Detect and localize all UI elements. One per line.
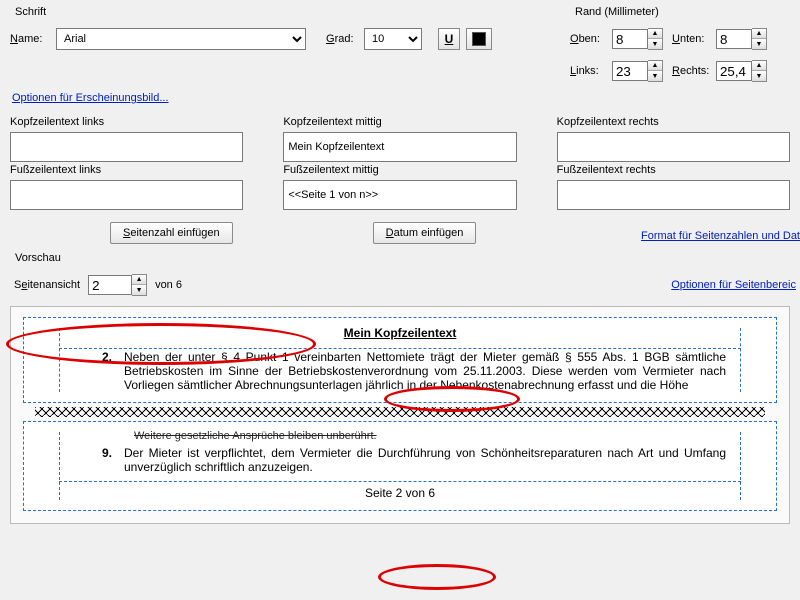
header-footer-grid: Kopfzeilentext links Kopfzeilentext mitt… — [10, 110, 790, 210]
insert-date-button[interactable]: Datum einfügen — [373, 222, 477, 244]
font-color-button[interactable] — [466, 28, 492, 50]
footer-left-input[interactable] — [10, 180, 243, 210]
chevron-down-icon[interactable]: ▼ — [648, 39, 662, 49]
pageview-spinner[interactable]: ▲▼ — [88, 274, 147, 296]
header-right-label: Kopfzeilentext rechts — [557, 116, 790, 128]
para-number: 2. — [94, 350, 112, 392]
preview-area: Mein Kopfzeilentext 2. Neben der unter §… — [10, 306, 790, 524]
margin-left-label: Links: — [570, 65, 612, 77]
font-name-select[interactable]: Arial — [56, 28, 306, 50]
preview-group: Vorschau Seitenansicht ▲▼ von 6 Optionen… — [10, 252, 790, 524]
pageview-total: von 6 — [155, 279, 182, 291]
margin-bottom-spinner[interactable]: ▲▼ — [716, 28, 776, 50]
para-text: Der Mieter ist verpflichtet, dem Vermiet… — [124, 446, 726, 474]
footer-right-label: Fußzeilentext rechts — [557, 164, 790, 176]
header-right-input[interactable] — [557, 132, 790, 162]
font-size-label: Grad: — [326, 33, 358, 45]
preview-group-label: Vorschau — [12, 252, 64, 264]
margin-group: Rand (Millimeter) Oben: ▲▼ Unten: ▲▼ Lin… — [570, 6, 790, 82]
footer-center-input[interactable] — [283, 180, 516, 210]
margin-left-spinner[interactable]: ▲▼ — [612, 60, 672, 82]
tear-icon — [35, 407, 765, 417]
preview-header-text: Mein Kopfzeilentext — [54, 326, 746, 346]
margin-right-spinner[interactable]: ▲▼ — [716, 60, 776, 82]
font-size-select[interactable]: 10 — [364, 28, 422, 50]
font-group: Schrift Name: Arial Grad: 10 U — [10, 6, 560, 82]
appearance-options-link[interactable]: Optionen für Erscheinungsbild... — [12, 92, 169, 104]
header-center-input[interactable] — [283, 132, 516, 162]
page-top-fragment: Mein Kopfzeilentext 2. Neben der unter §… — [23, 317, 777, 403]
insert-page-number-button[interactable]: Seitenzahl einfügen — [110, 222, 233, 244]
page-number-format-link[interactable]: Format für Seitenzahlen und Dat — [641, 230, 800, 242]
color-swatch-icon — [472, 32, 486, 46]
underline-button[interactable]: U — [438, 28, 460, 50]
margin-top-spinner[interactable]: ▲▼ — [612, 28, 672, 50]
annotation-ellipse — [378, 564, 496, 590]
page-range-options-link[interactable]: Optionen für Seitenbereic — [671, 279, 796, 291]
page-bottom-fragment: Weitere gesetzliche Ansprüche bleiben un… — [23, 421, 777, 511]
font-group-label: Schrift — [12, 6, 49, 18]
footer-center-label: Fußzeilentext mittig — [283, 164, 516, 176]
margin-group-label: Rand (Millimeter) — [572, 6, 662, 18]
margin-top-label: Oben: — [570, 33, 612, 45]
footer-right-input[interactable] — [557, 180, 790, 210]
header-left-label: Kopfzeilentext links — [10, 116, 243, 128]
preview-footer-text: Seite 2 von 6 — [54, 480, 746, 500]
header-center-label: Kopfzeilentext mittig — [283, 116, 516, 128]
header-left-input[interactable] — [10, 132, 243, 162]
para-text: Neben der unter § 4 Punkt 1 vereinbarten… — [124, 350, 726, 392]
para-stub: Weitere gesetzliche Ansprüche bleiben un… — [134, 430, 377, 442]
para-number: 9. — [94, 446, 112, 474]
font-name-label: Name: — [10, 33, 50, 45]
margin-right-label: Rechts: — [672, 65, 716, 77]
margin-bottom-label: Unten: — [672, 33, 716, 45]
pageview-label: Seitenansicht — [14, 279, 80, 291]
chevron-up-icon[interactable]: ▲ — [648, 29, 662, 39]
footer-left-label: Fußzeilentext links — [10, 164, 243, 176]
